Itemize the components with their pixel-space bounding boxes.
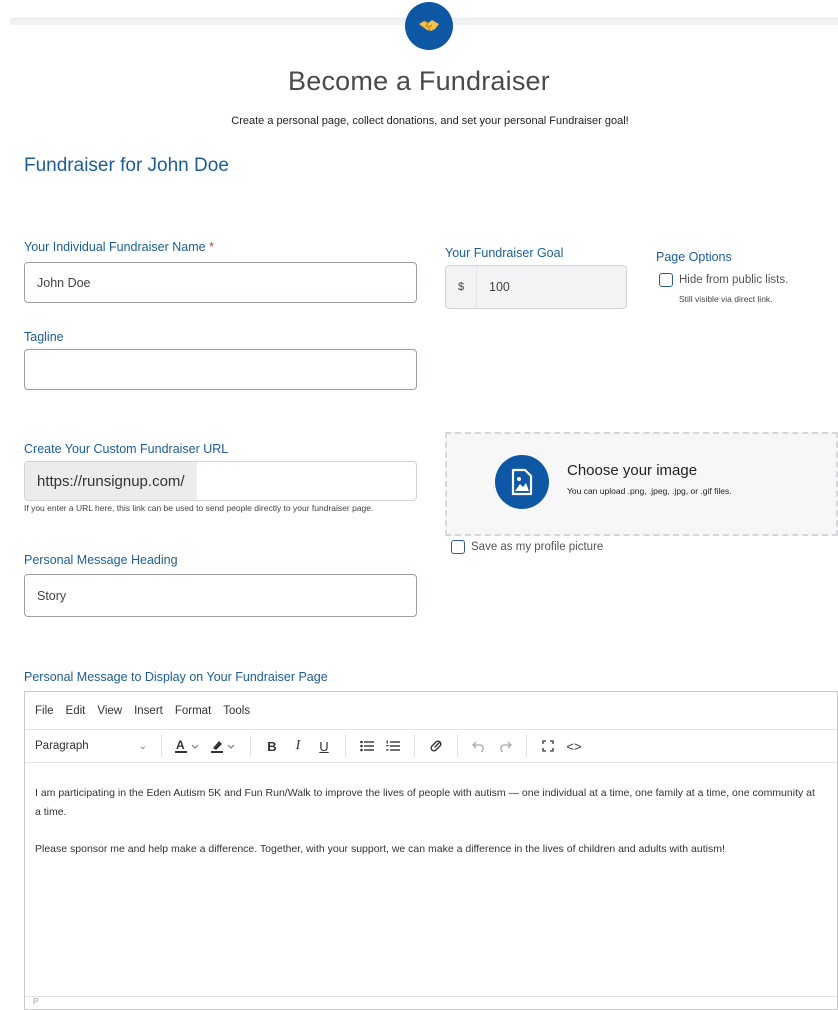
save-profile-picture-option[interactable]: Save as my profile picture <box>451 540 603 554</box>
italic-icon: I <box>295 738 301 753</box>
custom-url-input-group: https://runsignup.com/ <box>24 461 417 501</box>
block-format-value: Paragraph <box>35 740 89 752</box>
message-paragraph-2: Please sponsor me and help make a differ… <box>35 843 725 855</box>
choose-image-title: Choose your image <box>567 462 698 479</box>
fundraiser-name-label-text: Your Individual Fundraiser Name <box>24 240 206 254</box>
redo-icon <box>500 741 512 752</box>
fundraiser-name-label: Your Individual Fundraiser Name * <box>24 240 214 254</box>
tagline-label: Tagline <box>24 330 64 344</box>
element-path: P <box>33 997 39 1006</box>
editor-content[interactable]: I am participating in the Eden Autism 5K… <box>35 784 815 877</box>
goal-value: 100 <box>489 280 510 294</box>
toolbar-separator <box>414 735 415 757</box>
toolbar-separator <box>161 735 162 757</box>
bullet-list-icon <box>360 740 374 752</box>
goal-input[interactable]: $ 100 <box>445 265 627 309</box>
numbered-list-button[interactable] <box>380 734 406 758</box>
fullscreen-icon <box>542 740 554 752</box>
menu-file[interactable]: File <box>35 705 54 717</box>
link-icon <box>430 740 442 752</box>
editor-menubar: File Edit View Insert Format Tools <box>25 692 837 730</box>
handshake-icon <box>419 20 439 32</box>
underline-button[interactable]: U <box>311 734 337 758</box>
link-button[interactable] <box>423 734 449 758</box>
fundraiser-name-value: John Doe <box>37 275 91 290</box>
currency-prefix: $ <box>446 266 477 308</box>
chevron-down-icon: ⌄ <box>138 740 147 752</box>
toolbar-separator <box>457 735 458 757</box>
highlight-icon <box>211 741 235 753</box>
message-heading-input[interactable]: Story <box>24 574 417 617</box>
save-profile-picture-label: Save as my profile picture <box>471 541 604 553</box>
source-code-button[interactable]: <> <box>561 734 587 758</box>
toolbar-separator <box>526 735 527 757</box>
text-color-icon: A <box>175 738 199 753</box>
image-file-icon <box>511 468 533 496</box>
choose-image-button[interactable] <box>495 455 549 509</box>
undo-icon <box>472 741 484 752</box>
underline-icon: U <box>319 738 329 754</box>
hide-from-public-label: Hide from public lists. <box>679 274 789 286</box>
message-paragraph-1: I am participating in the Eden Autism 5K… <box>35 787 815 818</box>
message-label: Personal Message to Display on Your Fund… <box>24 670 328 684</box>
svg-text:A: A <box>176 738 185 752</box>
menu-edit[interactable]: Edit <box>66 705 86 717</box>
message-heading-value: Story <box>37 588 67 603</box>
block-format-select[interactable]: Paragraph ⌄ <box>35 734 153 758</box>
menu-tools[interactable]: Tools <box>223 705 250 717</box>
hide-from-public-note: Still visible via direct link. <box>679 294 773 304</box>
toolbar-separator <box>345 735 346 757</box>
rich-text-editor: File Edit View Insert Format Tools Parag… <box>24 691 838 1010</box>
hide-from-public-checkbox[interactable] <box>659 273 673 287</box>
text-color-button[interactable]: A <box>170 734 206 758</box>
highlight-color-button[interactable] <box>206 734 242 758</box>
menu-view[interactable]: View <box>97 705 122 717</box>
save-profile-picture-checkbox[interactable] <box>451 540 465 554</box>
menu-format[interactable]: Format <box>175 705 211 717</box>
fullscreen-button[interactable] <box>535 734 561 758</box>
editor-statusbar: P <box>25 996 837 1009</box>
url-prefix: https://runsignup.com/ <box>25 462 197 500</box>
undo-button[interactable] <box>466 734 492 758</box>
choose-image-help: You can upload .png, .jpeg, .jpg, or .gi… <box>567 486 732 496</box>
code-icon: <> <box>566 738 582 754</box>
custom-url-label: Create Your Custom Fundraiser URL <box>24 442 229 456</box>
custom-url-input[interactable] <box>197 462 416 500</box>
redo-button[interactable] <box>492 734 518 758</box>
page-subtitle: Create a personal page, collect donation… <box>231 115 629 127</box>
page-title: Become a Fundraiser <box>288 66 550 96</box>
custom-url-help: If you enter a URL here, this link can b… <box>24 503 374 513</box>
goal-label: Your Fundraiser Goal <box>445 246 564 260</box>
bold-button[interactable]: B <box>259 734 285 758</box>
message-heading-label: Personal Message Heading <box>24 553 178 567</box>
tagline-input[interactable] <box>24 349 417 390</box>
italic-button[interactable]: I <box>285 734 311 758</box>
required-mark: * <box>209 240 214 254</box>
bold-icon: B <box>267 738 277 754</box>
editor-toolbar: Paragraph ⌄ A B I U <> <box>25 730 837 763</box>
menu-insert[interactable]: Insert <box>134 705 163 717</box>
hide-from-public-option[interactable]: Hide from public lists. <box>659 273 788 287</box>
page-options-label: Page Options <box>656 250 732 264</box>
fundraiser-name-input[interactable]: John Doe <box>24 262 417 303</box>
section-heading: Fundraiser for John Doe <box>24 155 229 176</box>
logo <box>405 2 453 50</box>
bullet-list-button[interactable] <box>354 734 380 758</box>
toolbar-separator <box>250 735 251 757</box>
numbered-list-icon <box>386 740 400 751</box>
